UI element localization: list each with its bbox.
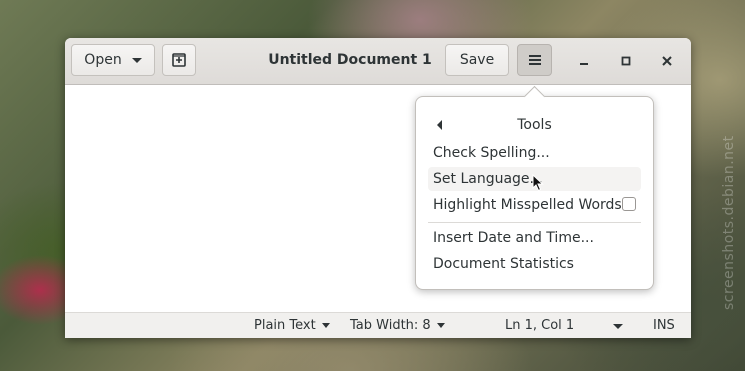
popover-header: Tools bbox=[416, 115, 653, 135]
open-button[interactable]: Open bbox=[71, 44, 155, 76]
hamburger-menu-button[interactable] bbox=[517, 44, 552, 76]
language-label: Plain Text bbox=[254, 318, 316, 333]
menu-item-check-spelling[interactable]: Check Spelling... bbox=[428, 141, 641, 165]
new-document-icon bbox=[172, 53, 186, 67]
highlight-misspelled-label: Highlight Misspelled Words bbox=[433, 197, 622, 213]
maximize-icon bbox=[621, 56, 631, 66]
highlight-misspelled-checkbox[interactable] bbox=[622, 197, 636, 211]
cursor-position-selector[interactable]: Ln 1, Col 1 bbox=[505, 318, 574, 333]
header-bar: Open Untitled Document 1 Save bbox=[65, 38, 691, 85]
mouse-pointer-icon bbox=[532, 174, 544, 192]
menu-item-highlight-misspelled[interactable]: Highlight Misspelled Words bbox=[428, 193, 641, 217]
cursor-position-label: Ln 1, Col 1 bbox=[505, 318, 575, 333]
chevron-down-icon bbox=[436, 323, 445, 328]
minimize-icon bbox=[580, 63, 588, 65]
status-bar: Plain Text Tab Width: 8 Ln 1, Col 1 INS bbox=[65, 312, 691, 338]
chevron-down-icon bbox=[321, 323, 330, 328]
menu-item-document-statistics[interactable]: Document Statistics bbox=[428, 252, 641, 276]
tab-width-selector[interactable]: Tab Width: 8 bbox=[350, 318, 445, 333]
chevron-down-icon[interactable] bbox=[613, 324, 623, 329]
menu-separator bbox=[428, 222, 641, 223]
close-icon bbox=[662, 56, 672, 66]
chevron-down-icon bbox=[131, 57, 142, 63]
close-button[interactable] bbox=[655, 49, 679, 73]
maximize-button[interactable] bbox=[614, 49, 638, 73]
popover-title: Tools bbox=[517, 117, 552, 133]
save-button[interactable]: Save bbox=[445, 44, 509, 76]
menu-item-insert-date-time[interactable]: Insert Date and Time... bbox=[428, 226, 641, 250]
desktop-background: screenshots.debian.net Open Untitled Doc… bbox=[0, 0, 745, 371]
language-selector[interactable]: Plain Text bbox=[254, 318, 330, 333]
tools-popover-menu: Tools Check Spelling... Set Language... … bbox=[415, 85, 654, 290]
new-document-button[interactable] bbox=[162, 44, 196, 76]
watermark: screenshots.debian.net bbox=[721, 135, 737, 310]
minimize-button[interactable] bbox=[572, 49, 596, 73]
open-button-label: Open bbox=[84, 52, 122, 68]
window-title: Untitled Document 1 bbox=[268, 52, 432, 68]
hamburger-icon bbox=[528, 55, 541, 65]
insert-mode-indicator: INS bbox=[653, 318, 675, 333]
tab-width-label: Tab Width: 8 bbox=[350, 318, 431, 333]
